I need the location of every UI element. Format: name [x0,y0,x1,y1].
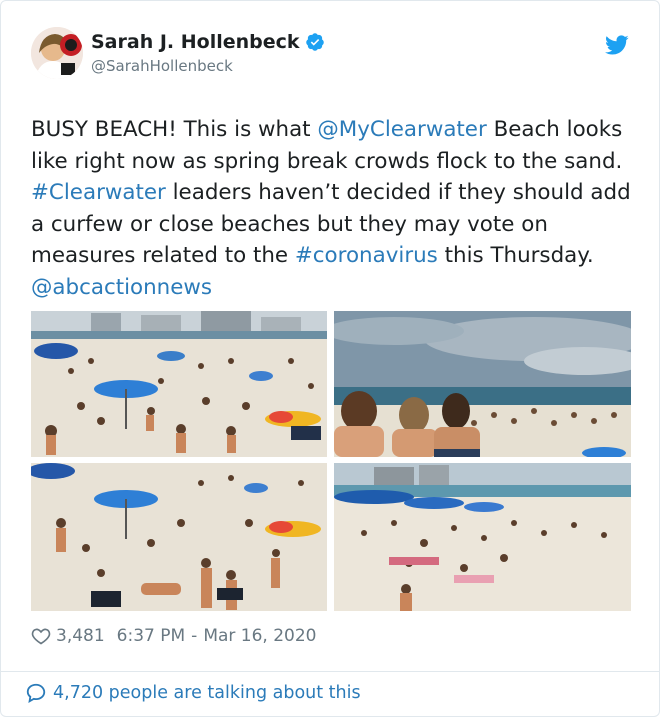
twitter-bird-icon[interactable] [605,33,629,57]
beach-photo-2[interactable] [334,311,631,457]
tweet-text-segment: BUSY BEACH! This is what [31,117,318,142]
tweet-text: BUSY BEACH! This is what @MyClearwater B… [31,114,631,303]
author-handle[interactable]: @SarahHollenbeck [91,57,325,75]
hashtag-link[interactable]: #coronavirus [295,243,438,268]
tweet-time[interactable]: 6:37 PM [117,626,186,646]
hashtag-link[interactable]: #Clearwater [31,180,166,205]
author-info: Sarah J. Hollenbeck @SarahHollenbeck [91,31,325,75]
mention-link[interactable]: @abcactionnews [31,275,212,300]
divider [1,671,659,672]
media-grid [31,311,631,611]
tweet-card: Sarah J. Hollenbeck @SarahHollenbeck BUS… [0,0,660,717]
beach-photo-1[interactable] [31,311,327,457]
avatar[interactable] [31,27,83,79]
tweet-text-segment: this Thursday. [437,243,594,268]
conversation-label: 4,720 people are talking about this [53,683,361,703]
like-count[interactable]: 3,481 [56,626,105,646]
tweet-stats: 3,481 6:37 PM - Mar 16, 2020 [31,625,317,647]
tweet-header: Sarah J. Hollenbeck @SarahHollenbeck [31,27,631,83]
verified-badge-icon [305,32,325,52]
tweet-date[interactable]: Mar 16, 2020 [203,626,316,646]
speech-bubble-icon [26,683,46,703]
author-display-name[interactable]: Sarah J. Hollenbeck [91,31,300,53]
conversation-link[interactable]: 4,720 people are talking about this [25,682,361,704]
time-date-separator: - [191,626,198,646]
beach-photo-4[interactable] [334,463,631,611]
beach-photo-3[interactable] [31,463,327,611]
mention-link[interactable]: @MyClearwater [317,117,486,142]
heart-icon[interactable] [31,626,51,646]
